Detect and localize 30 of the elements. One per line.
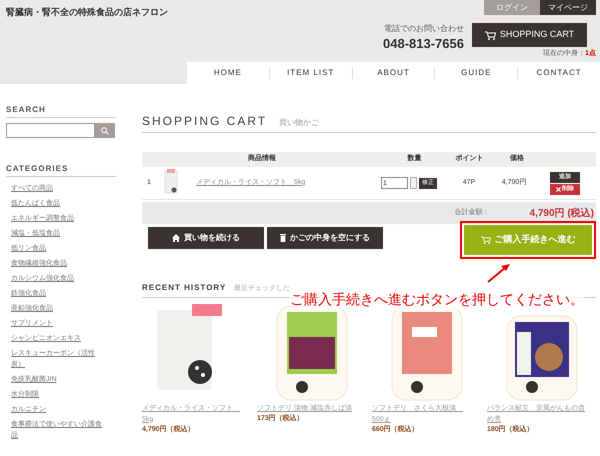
cart-icon xyxy=(484,30,496,40)
nav-link[interactable]: HOME xyxy=(187,67,269,79)
close-icon xyxy=(556,186,561,192)
search-button[interactable] xyxy=(95,123,115,138)
shopping-cart-button[interactable]: SHOPPING CART xyxy=(472,23,587,47)
phone-label: 電話でのお問い合わせ xyxy=(384,23,464,35)
total-amount: 4,790円 (税込) xyxy=(530,206,594,220)
annotation-text: ご購入手続きへ進むボタンを押してください。 xyxy=(290,289,584,310)
cart-subtitle: 買い物かご xyxy=(279,117,320,129)
arrow-icon xyxy=(486,262,512,284)
nav-link[interactable]: CONTACT xyxy=(518,67,600,79)
stepper-icon[interactable] xyxy=(410,177,417,189)
nav-link[interactable]: GUIDE xyxy=(435,67,518,79)
search-icon xyxy=(101,126,109,134)
site-title: 腎臓病・腎不全の特殊食品の店ネフロン xyxy=(6,6,168,19)
empty-cart-button[interactable]: かごの中身を空にする xyxy=(267,227,383,249)
cart-title: SHOPPING CART xyxy=(142,113,268,130)
recent-title: RECENT HISTORY xyxy=(142,282,226,294)
account-tab[interactable]: ログイン xyxy=(484,0,540,15)
nav-link[interactable]: ITEM LIST xyxy=(270,67,352,79)
search-field[interactable] xyxy=(6,123,95,138)
sidebar-heading: CATEGORIES xyxy=(6,163,116,177)
trash-icon xyxy=(280,234,286,242)
phone-number: 048-813-7656 xyxy=(383,35,464,53)
nav-link[interactable]: ABOUT xyxy=(352,67,434,79)
cart-icon xyxy=(480,236,490,244)
account-tab[interactable]: マイページ xyxy=(540,0,596,15)
home-icon xyxy=(172,234,180,242)
continue-shopping-button[interactable]: 買い物を続ける xyxy=(148,227,264,249)
sidebar-heading: SEARCH xyxy=(6,104,116,118)
